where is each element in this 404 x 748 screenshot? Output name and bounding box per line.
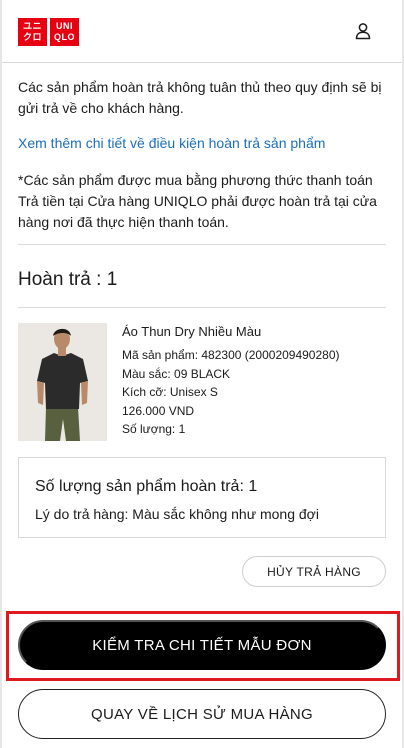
divider <box>18 244 386 245</box>
return-count-heading: Hoàn trả : 1 <box>18 269 118 290</box>
logo-jp-line-1: ユニ <box>22 21 42 31</box>
product-color: Màu sắc: 09 BLACK <box>122 366 231 381</box>
return-confirmation-page: ユニ クロ UNI QLO Các sản phẩm hoàn trả khôn… <box>0 0 404 748</box>
return-quantity: Số lượng sản phẩm hoàn trả: 1 <box>35 478 258 495</box>
cancel-return-button[interactable]: HỦY TRẢ HÀNG <box>242 556 386 587</box>
product-code: Mã sản phẩm: 482300 (2000209490280) <box>122 348 340 362</box>
product-image <box>18 323 107 441</box>
uniqlo-logo[interactable]: ユニ クロ UNI QLO <box>18 18 80 46</box>
non-compliant-notice: Các sản phẩm hoàn trả không tuân thủ the… <box>18 79 382 116</box>
header: ユニ クロ UNI QLO <box>2 0 402 63</box>
product-price: 126.000 VND <box>122 403 195 418</box>
product-details: Áo Thun Dry Nhiều Màu Mã sản phẩm: 48230… <box>122 322 382 439</box>
return-reason: Lý do trả hàng: Màu sắc không như mong đ… <box>35 506 319 522</box>
user-icon[interactable] <box>354 22 372 40</box>
payment-method-note: *Các sản phẩm được mua bằng phương thức … <box>18 172 377 230</box>
logo-line-1: UNI <box>56 21 73 31</box>
logo-en-box: UNI QLO <box>50 18 79 46</box>
logo-jp-box: ユニ クロ <box>18 18 47 46</box>
return-summary-box: Số lượng sản phẩm hoàn trả: 1 Lý do trả … <box>18 457 386 538</box>
logo-line-2: QLO <box>54 32 75 42</box>
product-size: Kích cỡ: Unisex S <box>122 385 218 399</box>
divider <box>18 307 386 308</box>
product-quantity: Số lượng: 1 <box>122 422 186 436</box>
logo-jp-line-2: クロ <box>22 32 42 42</box>
product-name: Áo Thun Dry Nhiều Màu <box>122 324 262 339</box>
check-form-details-button[interactable]: KIỂM TRA CHI TIẾT MẪU ĐƠN <box>18 620 386 670</box>
back-to-purchase-history-button[interactable]: QUAY VỀ LỊCH SỬ MUA HÀNG <box>18 689 386 739</box>
return-conditions-link[interactable]: Xem thêm chi tiết về điều kiện hoàn trả … <box>18 133 388 154</box>
